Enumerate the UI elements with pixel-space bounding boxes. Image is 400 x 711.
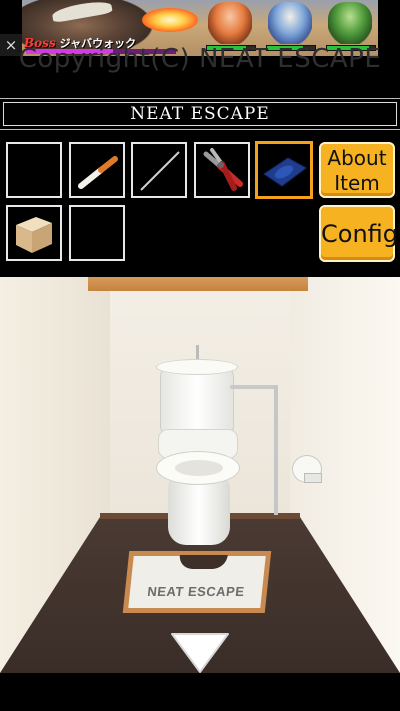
fire-blast-image (142, 8, 198, 32)
pliers-icon (203, 148, 243, 191)
handrail[interactable] (230, 385, 278, 389)
mat-cutout (178, 555, 228, 569)
inventory-slot-pliers[interactable] (194, 142, 250, 198)
inventory-slot-cigarette[interactable] (69, 142, 125, 198)
about-item-button[interactable]: About Item (319, 142, 395, 198)
toilet-tank[interactable] (160, 365, 234, 433)
cigarette-icon (78, 156, 118, 189)
about-item-label-line2: Item (334, 171, 380, 195)
inventory-slot-blue-card[interactable] (255, 141, 313, 199)
hero-white-image (268, 2, 312, 44)
handrail-post[interactable] (274, 385, 278, 515)
game-title: NEAT ESCAPE (3, 102, 397, 126)
wire-icon (140, 151, 180, 191)
toilet-seat-opening (175, 460, 223, 476)
hero-red-image (208, 2, 252, 44)
hero-green-image (328, 2, 372, 44)
about-item-label-line1: About (327, 146, 387, 170)
toilet[interactable] (148, 359, 254, 559)
toilet-seat[interactable] (156, 451, 240, 485)
mat-surface: NEAT ESCAPE (128, 555, 266, 608)
blue-card-icon (263, 157, 307, 187)
paper-holder[interactable] (304, 473, 322, 483)
nav-down-button[interactable] (168, 630, 232, 673)
wooden-cube-icon (16, 217, 52, 253)
room-scene[interactable]: NEAT ESCAPE (0, 277, 400, 673)
down-arrow-icon (171, 633, 229, 673)
copyright-text: Copyright(C) NEAT ESCAPE (18, 44, 382, 74)
ceiling-frame (88, 277, 308, 291)
toilet-mat[interactable]: NEAT ESCAPE (122, 551, 272, 613)
inventory-slot-empty[interactable] (69, 205, 125, 261)
title-bar: NEAT ESCAPE (0, 98, 400, 130)
inventory-slot-empty[interactable] (6, 142, 62, 198)
inventory-slot-wooden-cube[interactable] (6, 205, 62, 261)
config-button[interactable]: Config (319, 205, 398, 262)
inventory-slot-wire[interactable] (131, 142, 187, 198)
bottom-bar (0, 673, 400, 711)
mat-text: NEAT ESCAPE (146, 584, 246, 599)
toilet-tank-lid[interactable] (156, 359, 238, 375)
